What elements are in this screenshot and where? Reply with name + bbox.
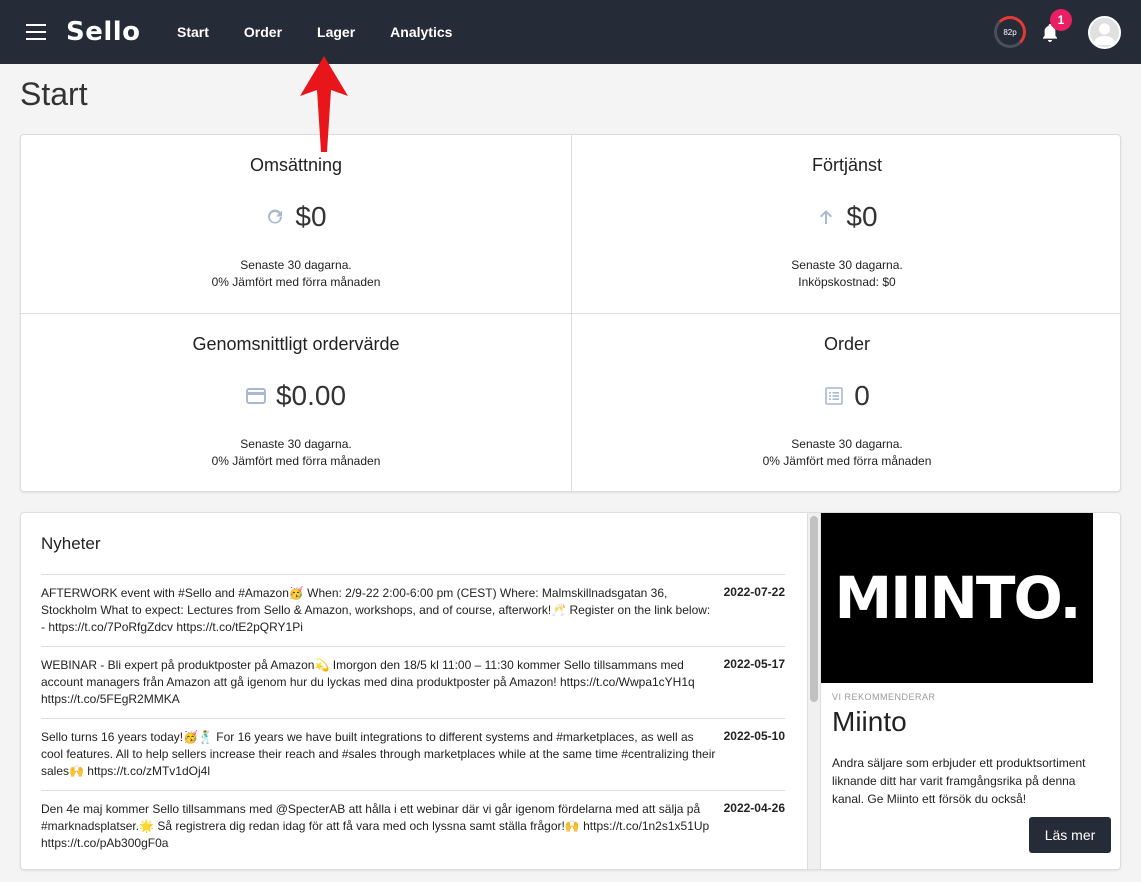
stat-revenue: Omsättning $0 Senaste 30 dagarna. 0% Jämf… (21, 135, 571, 314)
credit-card-icon (245, 386, 266, 406)
news-text: AFTERWORK event with #Sello and #Amazon🥳… (41, 586, 711, 634)
miinto-logo: MIINTO. (821, 513, 1093, 683)
scroll-thumb[interactable] (810, 516, 818, 702)
news-item[interactable]: AFTERWORK event with #Sello and #Amazon🥳… (41, 574, 785, 646)
promo-kicker: VI REKOMMENDERAR (832, 692, 936, 702)
news-item[interactable]: Sello turns 16 years today!🥳🕺 For 16 yea… (41, 718, 785, 790)
arrow-up-icon (816, 207, 836, 227)
speed-indicator[interactable]: 82p (994, 16, 1026, 48)
red-arrow-annotation-icon (300, 56, 348, 152)
stat-value: $0 (295, 201, 327, 232)
recommendation-panel: MIINTO. VI REKOMMENDERAR Miinto Andra sä… (820, 513, 1120, 869)
news-date: 2022-05-17 (723, 657, 785, 671)
news-text: Den 4e maj kommer Sello tillsammans med … (41, 802, 710, 850)
refresh-icon (265, 207, 285, 227)
divider (21, 313, 1120, 314)
news-text: WEBINAR - Bli expert på produktposter på… (41, 658, 695, 706)
stat-orders: Order 0 Senaste 30 dagarna. 0% Jämfört me… (572, 314, 1122, 493)
stat-profit: Förtjänst $0 Senaste 30 dagarna. Inköpsko… (572, 135, 1122, 314)
stat-note: Senaste 30 dagarna. (791, 437, 903, 451)
stat-note: Inköpskostnad: $0 (798, 275, 896, 289)
nav-lager[interactable]: Lager (317, 24, 355, 40)
nav-start[interactable]: Start (177, 24, 209, 40)
news-heading: Nyheter (41, 534, 101, 553)
news-text: Sello turns 16 years today!🥳🕺 For 16 yea… (41, 730, 716, 778)
stat-value: $0.00 (275, 380, 347, 411)
read-more-button[interactable]: Läs mer (1029, 817, 1111, 853)
user-avatar[interactable] (1088, 16, 1121, 49)
stat-note: 0% Jämfört med förra månaden (762, 454, 932, 468)
stat-title: Omsättning (249, 155, 343, 175)
stat-note: Senaste 30 dagarna. (791, 258, 903, 272)
promo-description: Andra säljare som erbjuder ett produktso… (832, 756, 1086, 806)
stat-note: Senaste 30 dagarna. (240, 437, 352, 451)
menu-icon[interactable] (26, 24, 46, 40)
news-list: AFTERWORK event with #Sello and #Amazon🥳… (41, 574, 785, 862)
speed-label: 82p (1003, 27, 1017, 37)
list-icon (824, 386, 844, 406)
news-date: 2022-07-22 (723, 585, 785, 599)
news-card: Nyheter AFTERWORK event with #Sello and … (20, 512, 1121, 870)
news-item[interactable]: WEBINAR - Bli expert på produktposter på… (41, 646, 785, 718)
stat-title: Order (823, 334, 870, 354)
user-icon (1093, 23, 1116, 45)
main-nav: Start Order Lager Analytics (177, 24, 487, 40)
stat-value: 0 (854, 380, 870, 411)
stats-card: Omsättning $0 Senaste 30 dagarna. 0% Jämf… (20, 134, 1121, 492)
news-scrollbar[interactable] (807, 513, 820, 869)
news-date: 2022-04-26 (723, 801, 785, 815)
sello-logo[interactable]: Sello (66, 17, 141, 47)
stat-value: $0 (846, 201, 878, 232)
notification-badge: 1 (1050, 9, 1072, 31)
stat-title: Genomsnittligt ordervärde (192, 334, 400, 354)
news-item[interactable]: Den 4e maj kommer Sello tillsammans med … (41, 790, 785, 862)
nav-order[interactable]: Order (244, 24, 282, 40)
stat-note: 0% Jämfört med förra månaden (211, 275, 381, 289)
top-navigation-bar: Sello Start Order Lager Analytics 82p 1 (0, 0, 1141, 64)
page-title: Start (20, 76, 88, 112)
stat-avg-order-value: Genomsnittligt ordervärde $0.00 Senaste … (21, 314, 571, 493)
stat-note: 0% Jämfört med förra månaden (211, 454, 381, 468)
stat-note: Senaste 30 dagarna. (240, 258, 352, 272)
promo-name: Miinto (832, 706, 907, 737)
news-date: 2022-05-10 (723, 729, 785, 743)
stat-title: Förtjänst (811, 155, 883, 175)
nav-analytics[interactable]: Analytics (390, 24, 452, 40)
